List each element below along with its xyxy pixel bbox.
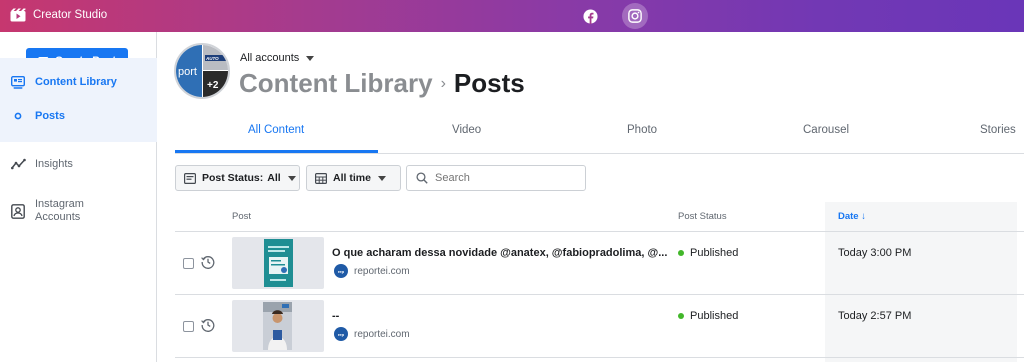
avatar-badge: +2	[207, 80, 219, 91]
post-status-value: All	[267, 172, 281, 184]
chevron-down-icon	[377, 175, 386, 181]
tab-carousel[interactable]: Carousel	[803, 124, 849, 136]
table-row[interactable]: O que acharam dessa novidade @anatex, @f…	[175, 233, 1024, 295]
search-box[interactable]	[406, 165, 586, 191]
table-row[interactable]: -- rep reportei.com Published Today 2:57…	[175, 296, 1024, 358]
column-header-post: Post	[232, 211, 252, 222]
insights-icon	[10, 156, 26, 172]
sidebar-item-instagram-accounts[interactable]: Instagram Accounts	[0, 196, 157, 226]
post-status-label: Post Status:	[202, 172, 264, 184]
page-title: Posts	[453, 68, 525, 98]
status-badge: Published	[678, 247, 738, 259]
post-title[interactable]: --	[332, 310, 339, 322]
instagram-accounts-icon	[10, 203, 26, 219]
published-dot-icon	[678, 250, 684, 256]
search-input[interactable]	[435, 172, 575, 184]
avatar-text: port	[178, 66, 197, 78]
sidebar-item-posts[interactable]: Posts	[0, 108, 157, 124]
time-filter-label: All time	[333, 172, 371, 184]
published-dot-icon	[678, 313, 684, 319]
accounts-dropdown[interactable]: All accounts	[240, 52, 315, 64]
reportei-logo-icon: rep	[334, 327, 348, 341]
tab-video[interactable]: Video	[452, 124, 481, 136]
dot-icon	[10, 108, 26, 124]
status-badge: Published	[678, 310, 738, 322]
breadcrumb-parent[interactable]: Content Library	[239, 68, 433, 99]
post-title[interactable]: O que acharam dessa novidade @anatex, @f…	[332, 247, 667, 259]
breadcrumb-separator-icon: ›	[440, 74, 446, 92]
post-thumbnail[interactable]	[232, 300, 324, 352]
calendar-icon	[315, 172, 327, 184]
main-content: port AUTO +2 All accounts Content Librar…	[157, 32, 1024, 362]
history-icon	[201, 255, 215, 269]
brand[interactable]: Creator Studio	[10, 8, 107, 22]
creator-studio-logo-icon	[10, 8, 26, 22]
active-tab-indicator	[175, 150, 378, 153]
source-name: reportei.com	[354, 265, 410, 277]
source-name: reportei.com	[354, 328, 410, 340]
tab-all-content[interactable]: All Content	[248, 124, 304, 136]
reportei-logo-icon: rep	[334, 264, 348, 278]
sidebar-item-content-library[interactable]: Content Library	[0, 74, 157, 90]
avatar-tile-text: AUTO	[205, 56, 219, 61]
time-filter[interactable]: All time	[306, 165, 401, 191]
table-header: Post Post Status Date ↓	[175, 202, 1024, 232]
status-label: Published	[690, 247, 739, 259]
post-status-filter[interactable]: Post Status: All	[175, 165, 300, 191]
instagram-tab[interactable]	[622, 3, 648, 29]
row-checkbox[interactable]	[183, 258, 194, 269]
post-thumbnail[interactable]	[232, 237, 324, 289]
app-name: Creator Studio	[33, 9, 108, 21]
sidebar-item-label: Posts	[35, 110, 65, 122]
post-date: Today 2:57 PM	[838, 310, 912, 322]
breadcrumb: Content Library › Posts	[239, 68, 525, 99]
top-bar: Creator Studio	[0, 0, 1024, 32]
tab-photo[interactable]: Photo	[627, 124, 657, 136]
column-header-date[interactable]: Date ↓	[838, 211, 866, 222]
sidebar-item-insights[interactable]: Insights	[0, 156, 157, 172]
post-date: Today 3:00 PM	[838, 247, 912, 259]
content-library-icon	[10, 74, 26, 90]
sidebar-item-label: Content Library	[35, 76, 117, 88]
post-status-icon	[184, 172, 196, 184]
sidebar-item-label: Instagram Accounts	[35, 198, 84, 223]
accounts-label: All accounts	[240, 52, 300, 64]
status-label: Published	[690, 310, 739, 322]
sidebar-item-label: Insights	[35, 158, 73, 170]
post-source: rep reportei.com	[334, 264, 410, 278]
chevron-down-icon	[306, 55, 315, 61]
content-tabs: All Content Video Photo Carousel Stories	[175, 112, 1024, 154]
account-avatar[interactable]: port AUTO +2	[174, 43, 230, 99]
row-checkbox[interactable]	[183, 321, 194, 332]
chevron-down-icon	[287, 175, 296, 181]
post-source: rep reportei.com	[334, 327, 410, 341]
history-icon	[201, 318, 215, 332]
facebook-icon	[582, 8, 598, 24]
column-header-status: Post Status	[678, 211, 727, 222]
facebook-tab[interactable]	[577, 3, 603, 29]
content-library-group	[0, 58, 157, 142]
search-icon	[416, 172, 428, 184]
tab-stories[interactable]: Stories	[980, 124, 1016, 136]
instagram-icon	[628, 9, 642, 23]
